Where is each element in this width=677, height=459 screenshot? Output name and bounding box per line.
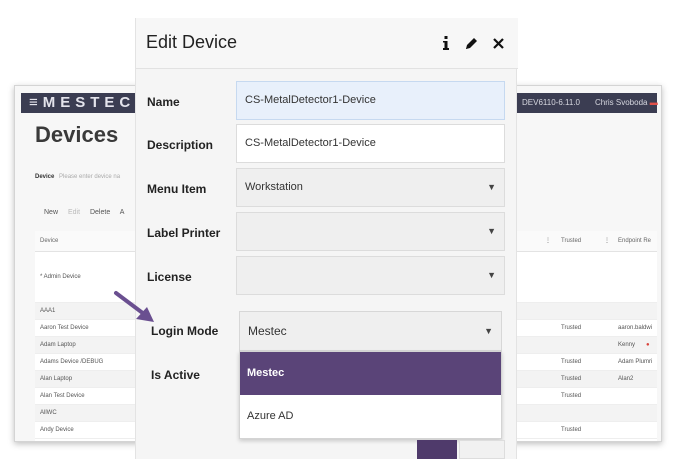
new-button[interactable]: New — [44, 209, 58, 216]
device-cell: Adams Device /DEBUG — [40, 359, 104, 365]
trusted-cell: Trusted — [561, 359, 582, 365]
license-label: License — [147, 270, 192, 284]
dialog-header: Edit Device — [136, 18, 518, 69]
trusted-cell: Trusted — [561, 376, 582, 382]
trusted-cell: Trusted — [561, 393, 582, 399]
login-mode-option-mestec[interactable]: Mestec — [240, 352, 501, 395]
option-label: Azure AD — [247, 410, 294, 422]
user-icon: ● — [646, 342, 650, 348]
license-select[interactable]: ▼ — [236, 256, 505, 295]
login-mode-label: Login Mode — [151, 324, 219, 338]
name-label: Name — [147, 95, 180, 109]
screenshot-stage: ≡MESTEC DEV6110-6.11.0 Chris Svoboda ▬ D… — [0, 0, 677, 459]
annotation-arrow-icon — [114, 291, 154, 322]
menu-item-value: Workstation — [245, 181, 303, 193]
endpoint-cell: Kenny — [618, 342, 636, 348]
description-field[interactable]: CS-MetalDetector1-Device — [236, 124, 505, 163]
endpoint-cell: aaron.baldwi — [618, 325, 653, 331]
login-mode-dropdown: Mestec Azure AD — [239, 351, 502, 439]
trusted-cell: Trusted — [561, 427, 582, 433]
login-mode-value: Mestec — [248, 324, 287, 338]
device-cell: * Admin Device — [40, 274, 81, 280]
delete-button[interactable]: Delete — [90, 209, 110, 216]
device-filter-label: Device — [35, 174, 55, 180]
chevron-down-icon: ▼ — [484, 326, 493, 336]
device-filter-input[interactable]: Please enter device na — [59, 174, 120, 180]
save-button[interactable] — [417, 440, 457, 459]
user-name-text: Chris Svoboda — [595, 98, 648, 107]
user-name[interactable]: Chris Svoboda ▬ — [595, 93, 658, 113]
column-header-trusted[interactable]: Trusted — [561, 231, 581, 252]
label-printer-label: Label Printer — [147, 226, 221, 240]
column-menu-icon[interactable]: ⋮ — [604, 231, 610, 252]
device-cell: AAA1 — [40, 308, 56, 314]
endpoint-cell: Adam Plumri — [618, 359, 653, 365]
endpoint-cell: Alan2 — [618, 376, 634, 382]
is-active-label: Is Active — [151, 368, 200, 382]
description-label: Description — [147, 138, 214, 152]
chevron-down-icon: ▼ — [487, 182, 496, 192]
grid-toolbar: New Edit Delete A — [44, 209, 132, 216]
pencil-icon[interactable] — [461, 33, 481, 53]
trusted-cell: Trusted — [561, 325, 582, 331]
column-header-endpoint[interactable]: Endpoint Re — [618, 231, 651, 252]
chevron-down-icon: ▼ — [487, 226, 496, 236]
option-label: Mestec — [247, 367, 285, 379]
dialog-title: Edit Device — [146, 32, 238, 52]
label-printer-select[interactable]: ▼ — [236, 212, 505, 251]
device-cell: Alan Laptop — [40, 376, 73, 382]
edit-device-dialog: Edit Device Name CS-MetalDetector1-Devic… — [135, 18, 518, 459]
name-field[interactable]: CS-MetalDetector1-Device — [236, 81, 505, 120]
more-button[interactable]: A — [120, 209, 125, 216]
version-label: DEV6110-6.11.0 — [522, 98, 580, 107]
login-mode-option-azure-ad[interactable]: Azure AD — [240, 395, 501, 438]
name-field-value: CS-MetalDetector1-Device — [245, 94, 376, 106]
menu-item-label: Menu Item — [147, 182, 207, 196]
menu-item-select[interactable]: Workstation ▼ — [236, 168, 505, 207]
login-mode-select[interactable]: Mestec ▼ — [239, 311, 502, 351]
column-header-device[interactable]: Device — [40, 231, 58, 252]
app-logo[interactable]: ≡MESTEC — [29, 93, 135, 113]
user-menu-icon[interactable]: ▬ — [650, 98, 658, 107]
device-cell: Alan Test Device — [40, 393, 85, 399]
description-field-value: CS-MetalDetector1-Device — [245, 137, 376, 149]
device-cell: AllWC — [40, 410, 57, 416]
device-cell: Aaron Test Device — [40, 325, 89, 331]
page-title: Devices — [35, 122, 119, 147]
device-cell: Andy Device — [40, 427, 74, 433]
cancel-button[interactable] — [459, 440, 505, 459]
device-cell: Adam Laptop — [40, 342, 76, 348]
chevron-down-icon: ▼ — [487, 270, 496, 280]
info-icon[interactable] — [436, 33, 456, 53]
edit-button[interactable]: Edit — [68, 209, 80, 216]
device-filter: Device Please enter device na — [35, 174, 120, 180]
column-menu-icon[interactable]: ⋮ — [545, 231, 551, 252]
close-icon[interactable] — [488, 33, 508, 53]
